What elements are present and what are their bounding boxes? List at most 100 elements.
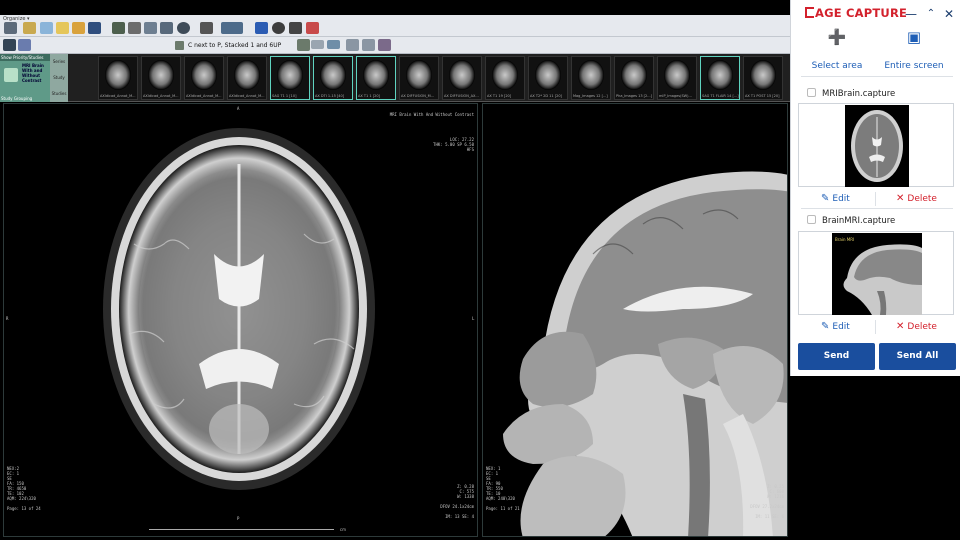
series-thumbnail-image bbox=[277, 60, 303, 90]
pencil-icon: ✎ bbox=[821, 321, 830, 332]
series-thumbnail-label: AX T1 POST 15 [20] bbox=[745, 94, 780, 98]
layout-dropdown-icon[interactable] bbox=[297, 39, 310, 51]
send-all-button[interactable]: Send All bbox=[879, 343, 956, 370]
series-thumbnail[interactable]: AXIdicad_Annot_M... bbox=[184, 56, 224, 100]
clock-icon[interactable] bbox=[272, 22, 285, 34]
capture-preview[interactable]: Brain MRI bbox=[798, 231, 954, 315]
action-separator bbox=[875, 320, 876, 334]
folder-icon[interactable] bbox=[72, 22, 85, 34]
series-thumbnail[interactable]: AX DIFFUSION_M... bbox=[399, 56, 439, 100]
hanging-protocol-icon[interactable] bbox=[3, 39, 16, 51]
forward-icon[interactable] bbox=[128, 22, 141, 34]
send-button[interactable]: Send bbox=[798, 343, 875, 370]
tab-study[interactable]: Study bbox=[50, 70, 68, 86]
users-icon[interactable] bbox=[18, 39, 31, 51]
close-icon[interactable]: ✕ bbox=[941, 6, 957, 22]
series-thumbnail-image bbox=[578, 60, 604, 90]
crosshair-icon: ➕ bbox=[827, 28, 847, 46]
clear-icon[interactable] bbox=[378, 39, 391, 51]
series-thumbnail-label: AX DIFFUSION_M... bbox=[401, 94, 434, 98]
series-thumbnail[interactable]: AX T1 19 [20] bbox=[485, 56, 525, 100]
edit-capture-button[interactable]: ✎ Edit bbox=[821, 193, 850, 204]
delete-capture-button[interactable]: ✕ Delete bbox=[896, 193, 937, 204]
grid-layout-icon[interactable] bbox=[200, 22, 213, 34]
sagittal-acquisition-overlay: NEX: 1 EC: 1 SE FA: 90 TR: 550 TE: 10 AQ… bbox=[486, 466, 520, 511]
series-thumbnail-label: AXIdicad_Annot_M... bbox=[143, 94, 179, 98]
study-card[interactable]: Show Priority/Studies MRI Brain With and… bbox=[0, 54, 50, 102]
series-thumbnail[interactable]: AX T2* 2D 11 [20] bbox=[528, 56, 568, 100]
minimize-icon[interactable]: — bbox=[903, 6, 919, 22]
series-thumbnail-image bbox=[148, 60, 174, 90]
viewer-application: Organize ▾ C next to P, Stacked 1 and 6U… bbox=[0, 15, 790, 540]
tab-series[interactable]: Series bbox=[50, 54, 68, 70]
fullscreen-icon: ▣ bbox=[906, 28, 922, 46]
capture-checkbox[interactable] bbox=[807, 215, 816, 224]
series-thumbnail[interactable]: AX T1 1 [20] bbox=[356, 56, 396, 100]
scale-unit: cm bbox=[339, 527, 346, 532]
entire-screen-button[interactable]: ▣ Entire screen bbox=[878, 28, 950, 71]
series-thumbnail[interactable]: SAG T1 FLAIR 14 [...] bbox=[700, 56, 740, 100]
x-icon: ✕ bbox=[896, 321, 905, 332]
scale-ruler: cm bbox=[149, 525, 346, 532]
sagittal-window-level-overlay: Z: 0.25 C: 608 W: 1216 DFOV 27.2x24cm IM… bbox=[750, 484, 784, 519]
image-capture-panel: AGE CAPTURE — ⌃ ✕ ➕ Select area ▣ Entire… bbox=[790, 0, 960, 376]
series-thumbnail-label: AXIdicad_Annot_M... bbox=[229, 94, 265, 98]
clipboard-icon[interactable] bbox=[23, 22, 36, 34]
save-icon[interactable] bbox=[88, 22, 101, 34]
globe-icon[interactable] bbox=[177, 22, 190, 34]
study-list-icon[interactable] bbox=[4, 22, 17, 34]
tab-studies[interactable]: Studies bbox=[50, 86, 68, 102]
study-description: MRI Brain With and Without Contrast bbox=[22, 63, 44, 83]
bar-chart-icon[interactable] bbox=[255, 22, 268, 34]
chevron-double-up-icon[interactable]: ⌃ bbox=[923, 6, 939, 22]
cube-icon[interactable] bbox=[144, 22, 157, 34]
series-thumbnail[interactable]: AXIdicad_Annot_M... bbox=[227, 56, 267, 100]
window-level-overlay: Z: 0.28 C: 575 W: 1338 DFOV 24.1x24cm IM… bbox=[440, 484, 474, 519]
orientation-top: A bbox=[237, 106, 240, 111]
windows-icon[interactable] bbox=[160, 22, 173, 34]
magnify-icon[interactable] bbox=[112, 22, 125, 34]
capture-item-title[interactable]: BrainMRI.capture bbox=[807, 215, 895, 226]
panel-divider bbox=[801, 76, 953, 77]
series-thumbnail[interactable]: AX DTI 1-15 [40] bbox=[313, 56, 353, 100]
capture-thumbnail-axial bbox=[845, 105, 909, 187]
axial-brain-image bbox=[103, 128, 375, 490]
series-thumbnail-strip: Show Priority/Studies MRI Brain With and… bbox=[0, 54, 790, 102]
notes-icon[interactable] bbox=[56, 22, 69, 34]
select-area-button[interactable]: ➕ Select area bbox=[801, 28, 873, 71]
study-grouping[interactable]: Study Grouping bbox=[1, 96, 32, 101]
series-thumbnail-label: AXIdicad_Annot_M... bbox=[186, 94, 222, 98]
edit-capture-button[interactable]: ✎ Edit bbox=[821, 321, 850, 332]
arrow-right-icon[interactable] bbox=[327, 40, 340, 49]
capture-preview[interactable] bbox=[798, 103, 954, 187]
series-thumbnail[interactable]: mIP_Images(SW)... bbox=[657, 56, 697, 100]
capture-checkbox[interactable] bbox=[807, 88, 816, 97]
paste-icon[interactable] bbox=[362, 39, 375, 51]
monitor-layout-icon[interactable] bbox=[221, 22, 243, 34]
series-thumbnail[interactable]: AX DIFFUSION_AX... bbox=[442, 56, 482, 100]
series-thumbnail[interactable]: SAG T1 1 [10] bbox=[270, 56, 310, 100]
series-thumbnail[interactable]: Mag_Images 12 [...] bbox=[571, 56, 611, 100]
series-thumbnail[interactable]: Pha_Images 13 [2...] bbox=[614, 56, 654, 100]
sagittal-viewport[interactable]: NEX: 1 EC: 1 SE FA: 90 TR: 550 TE: 10 AQ… bbox=[482, 103, 788, 537]
delete-capture-button[interactable]: ✕ Delete bbox=[896, 321, 937, 332]
copy-icon[interactable] bbox=[346, 39, 359, 51]
select-area-label: Select area bbox=[811, 61, 863, 71]
layout-selector[interactable]: C next to P, Stacked 1 and 6UP bbox=[175, 40, 305, 51]
series-thumbnail[interactable]: AXIdicad_Annot_M... bbox=[98, 56, 138, 100]
orientation-right: L bbox=[472, 316, 475, 321]
series-thumbnail[interactable]: AXIdicad_Annot_M... bbox=[141, 56, 181, 100]
series-thumbnail-image bbox=[664, 60, 690, 90]
report-icon[interactable] bbox=[40, 22, 53, 34]
axial-viewport[interactable]: A R L P MRI Brain With And Without Contr… bbox=[3, 103, 478, 537]
capture-item-title[interactable]: MRIBrain.capture bbox=[807, 88, 895, 99]
panel-divider bbox=[801, 208, 953, 209]
series-thumbnail-label: SAG T1 FLAIR 14 [...] bbox=[702, 94, 739, 98]
action-separator bbox=[875, 192, 876, 206]
pin-icon[interactable] bbox=[289, 22, 302, 34]
main-toolbar: Organize ▾ bbox=[0, 15, 790, 37]
record-icon[interactable] bbox=[306, 22, 319, 34]
series-thumbnail[interactable]: AX T1 POST 15 [20] bbox=[743, 56, 783, 100]
strip-tabs: Series Study Studies bbox=[50, 54, 68, 102]
arrow-left-icon[interactable] bbox=[311, 40, 324, 49]
